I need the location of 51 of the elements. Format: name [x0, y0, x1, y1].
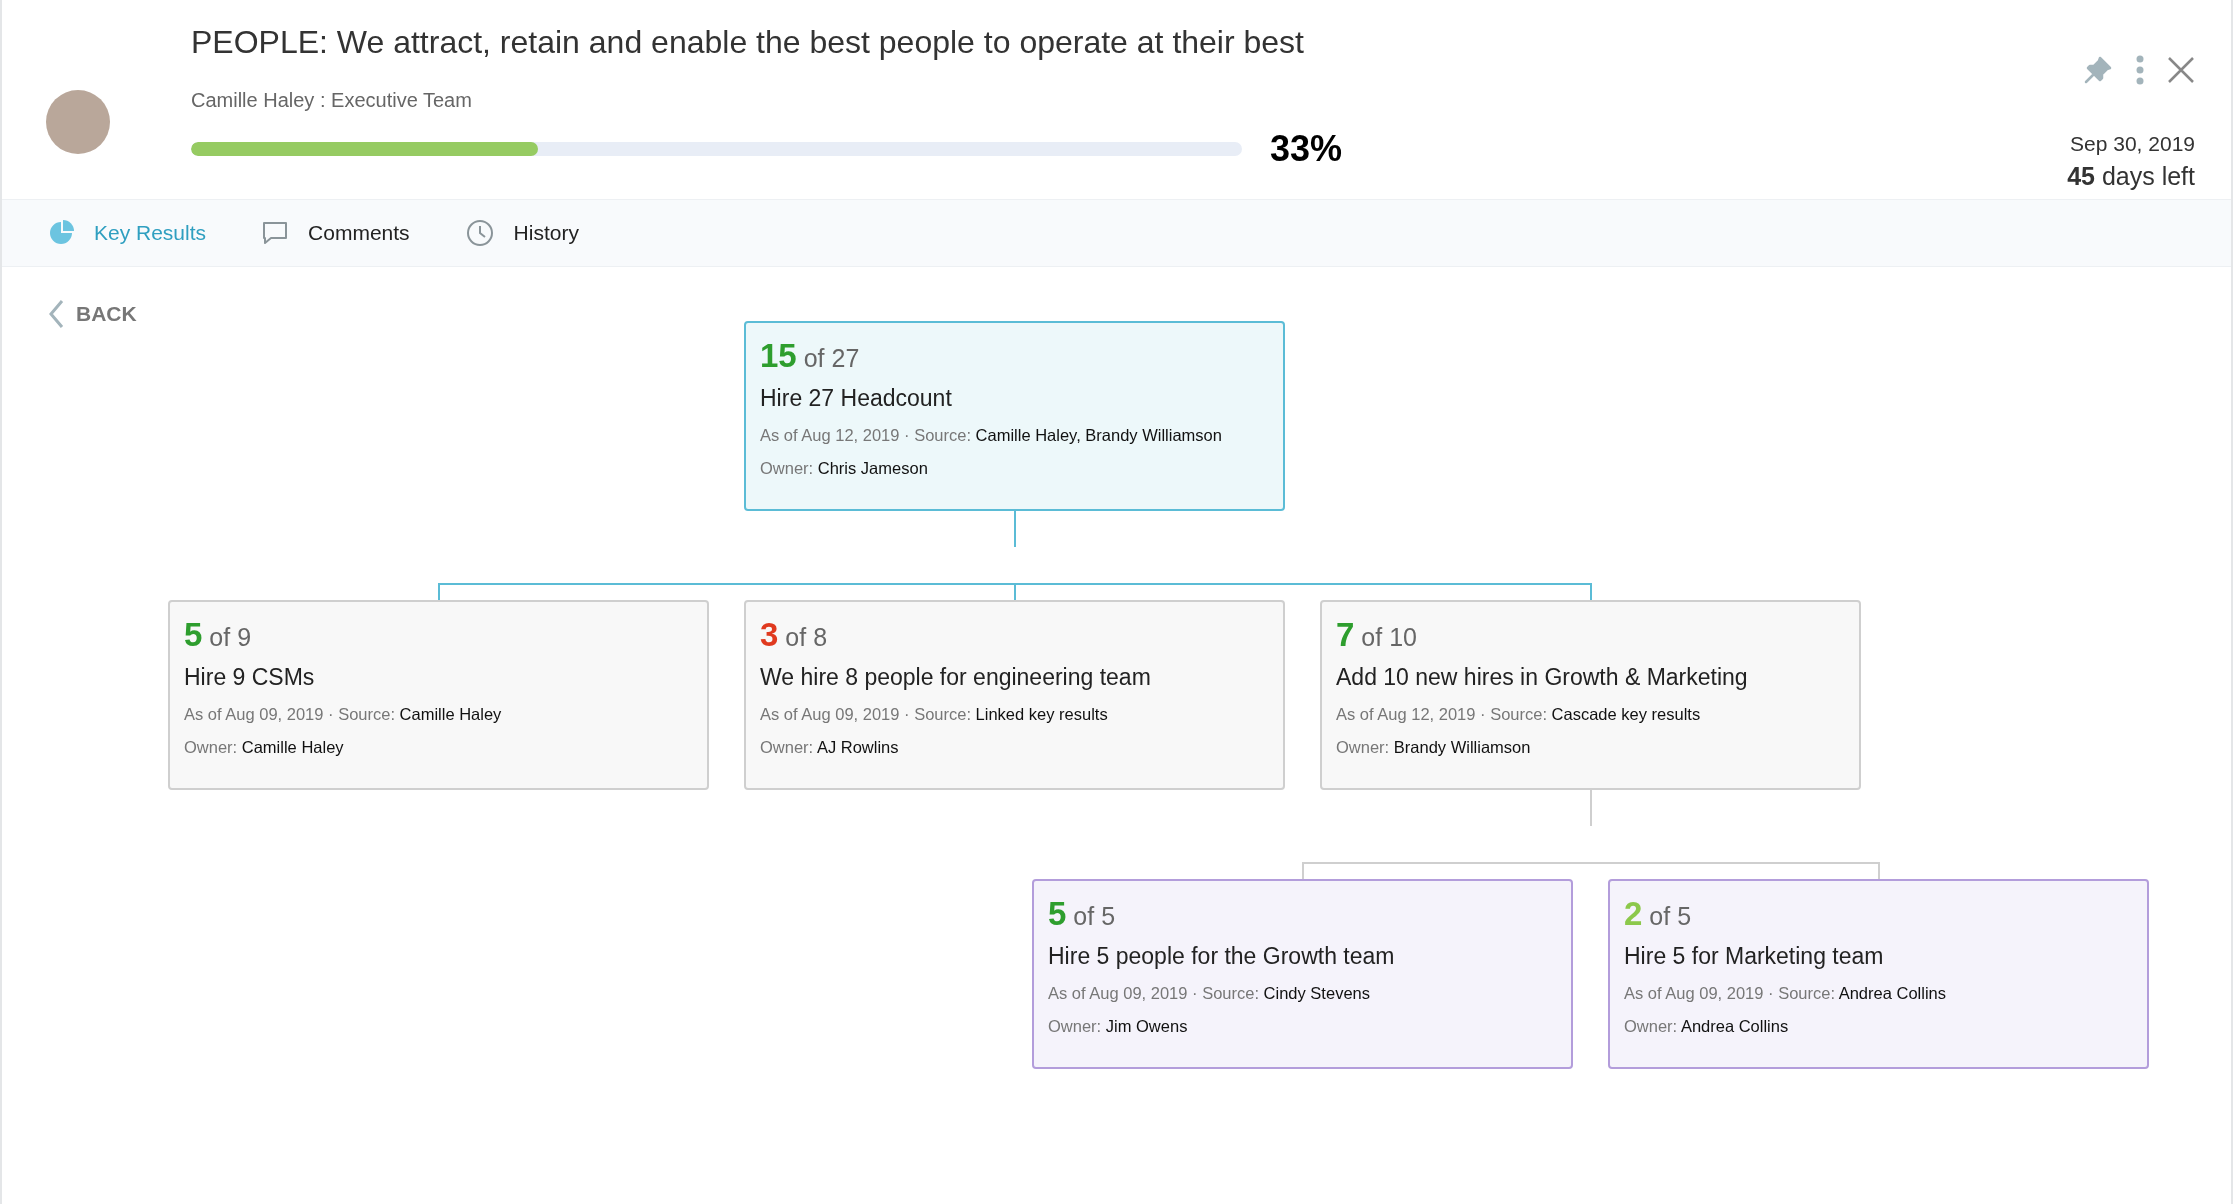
key-result-title: Add 10 new hires in Growth & Marketing: [1336, 664, 1748, 691]
target-value: of 8: [785, 623, 828, 652]
source-text: As of Aug 12, 2019 · Source: Cascade key results: [1336, 705, 1701, 724]
source-text: As of Aug 09, 2019 · Source: Linked key results: [760, 705, 1108, 724]
close-button[interactable]: [2167, 56, 2195, 84]
key-result-card[interactable]: 15 of 27 Hire 27 Headcount As of Aug 12, 2019 · Source: Camille Haley, Brandy Williamson Owner: Chris Jameson: [744, 321, 1285, 511]
days-left: 45 days left: [2067, 162, 2195, 191]
current-value: 7: [1336, 616, 1355, 654]
key-result-card[interactable]: 7 of 10 Add 10 new hires in Growth & Marketing As of Aug 12, 2019 · Source: Cascade key results Owner: Brandy Williamson: [1320, 600, 1861, 790]
key-result-title: Hire 5 people for the Growth team: [1048, 943, 1395, 970]
target-value: of 10: [1361, 623, 1417, 652]
target-value: of 27: [803, 344, 860, 373]
owner-team: Camille Haley : Executive Team: [191, 89, 473, 112]
current-value: 5: [1048, 895, 1067, 933]
more-options-button[interactable]: [2135, 54, 2145, 86]
target-value: of 5: [1649, 902, 1692, 931]
owner-text: Owner: Camille Haley: [184, 738, 344, 757]
back-link[interactable]: BACK: [48, 299, 137, 329]
clock-icon: [465, 219, 494, 247]
key-result-card[interactable]: 2 of 5 Hire 5 for Marketing team As of Aug 09, 2019 · Source: Andrea Collins Owner: Andrea Collins: [1608, 879, 2149, 1069]
current-value: 5: [184, 616, 203, 654]
current-value: 15: [760, 337, 797, 375]
owner-text: Owner: Andrea Collins: [1624, 1017, 1789, 1036]
owner-text: Owner: Brandy Williamson: [1336, 738, 1531, 757]
tab[interactable]: History: [465, 213, 579, 253]
source-text: As of Aug 12, 2019 · Source: Camille Haley, Brandy Williamson: [760, 426, 1222, 445]
target-value: of 5: [1073, 902, 1116, 931]
source-text: As of Aug 09, 2019 · Source: Andrea Collins: [1624, 984, 1946, 1003]
pin-button[interactable]: [2083, 55, 2113, 85]
pie-chart-icon: [48, 220, 74, 246]
source-text: As of Aug 09, 2019 · Source: Camille Haley: [184, 705, 502, 724]
comment-icon: [262, 221, 289, 245]
key-result-card[interactable]: 5 of 9 Hire 9 CSMs As of Aug 09, 2019 · Source: Camille Haley Owner: Camille Haley: [168, 600, 709, 790]
current-value: 2: [1624, 895, 1643, 933]
key-result-card[interactable]: 3 of 8 We hire 8 people for engineering team As of Aug 09, 2019 · Source: Linked key results Owner: AJ Rowlins: [744, 600, 1285, 790]
owner-text: Owner: Chris Jameson: [760, 459, 928, 478]
current-value: 3: [760, 616, 779, 654]
key-result-title: Hire 27 Headcount: [760, 385, 952, 412]
chevron-left-icon: [48, 299, 64, 329]
progress-percent: 33%: [1270, 128, 1343, 170]
tab[interactable]: Comments: [262, 215, 410, 251]
target-value: of 9: [209, 623, 252, 652]
owner-text: Owner: Jim Owens: [1048, 1017, 1188, 1036]
key-result-title: We hire 8 people for engineering team: [760, 664, 1151, 691]
owner-text: Owner: AJ Rowlins: [760, 738, 899, 757]
key-result-title: Hire 9 CSMs: [184, 664, 315, 691]
key-result-card[interactable]: 5 of 5 Hire 5 people for the Growth team As of Aug 09, 2019 · Source: Cindy Stevens Owner: Jim Owens: [1032, 879, 1573, 1069]
source-text: As of Aug 09, 2019 · Source: Cindy Stevens: [1048, 984, 1370, 1003]
key-result-title: Hire 5 for Marketing team: [1624, 943, 1884, 970]
due-date: Sep 30, 2019: [2070, 132, 2195, 156]
objective-title: PEOPLE: We attract, retain and enable the best people to operate at their best: [191, 24, 1305, 61]
